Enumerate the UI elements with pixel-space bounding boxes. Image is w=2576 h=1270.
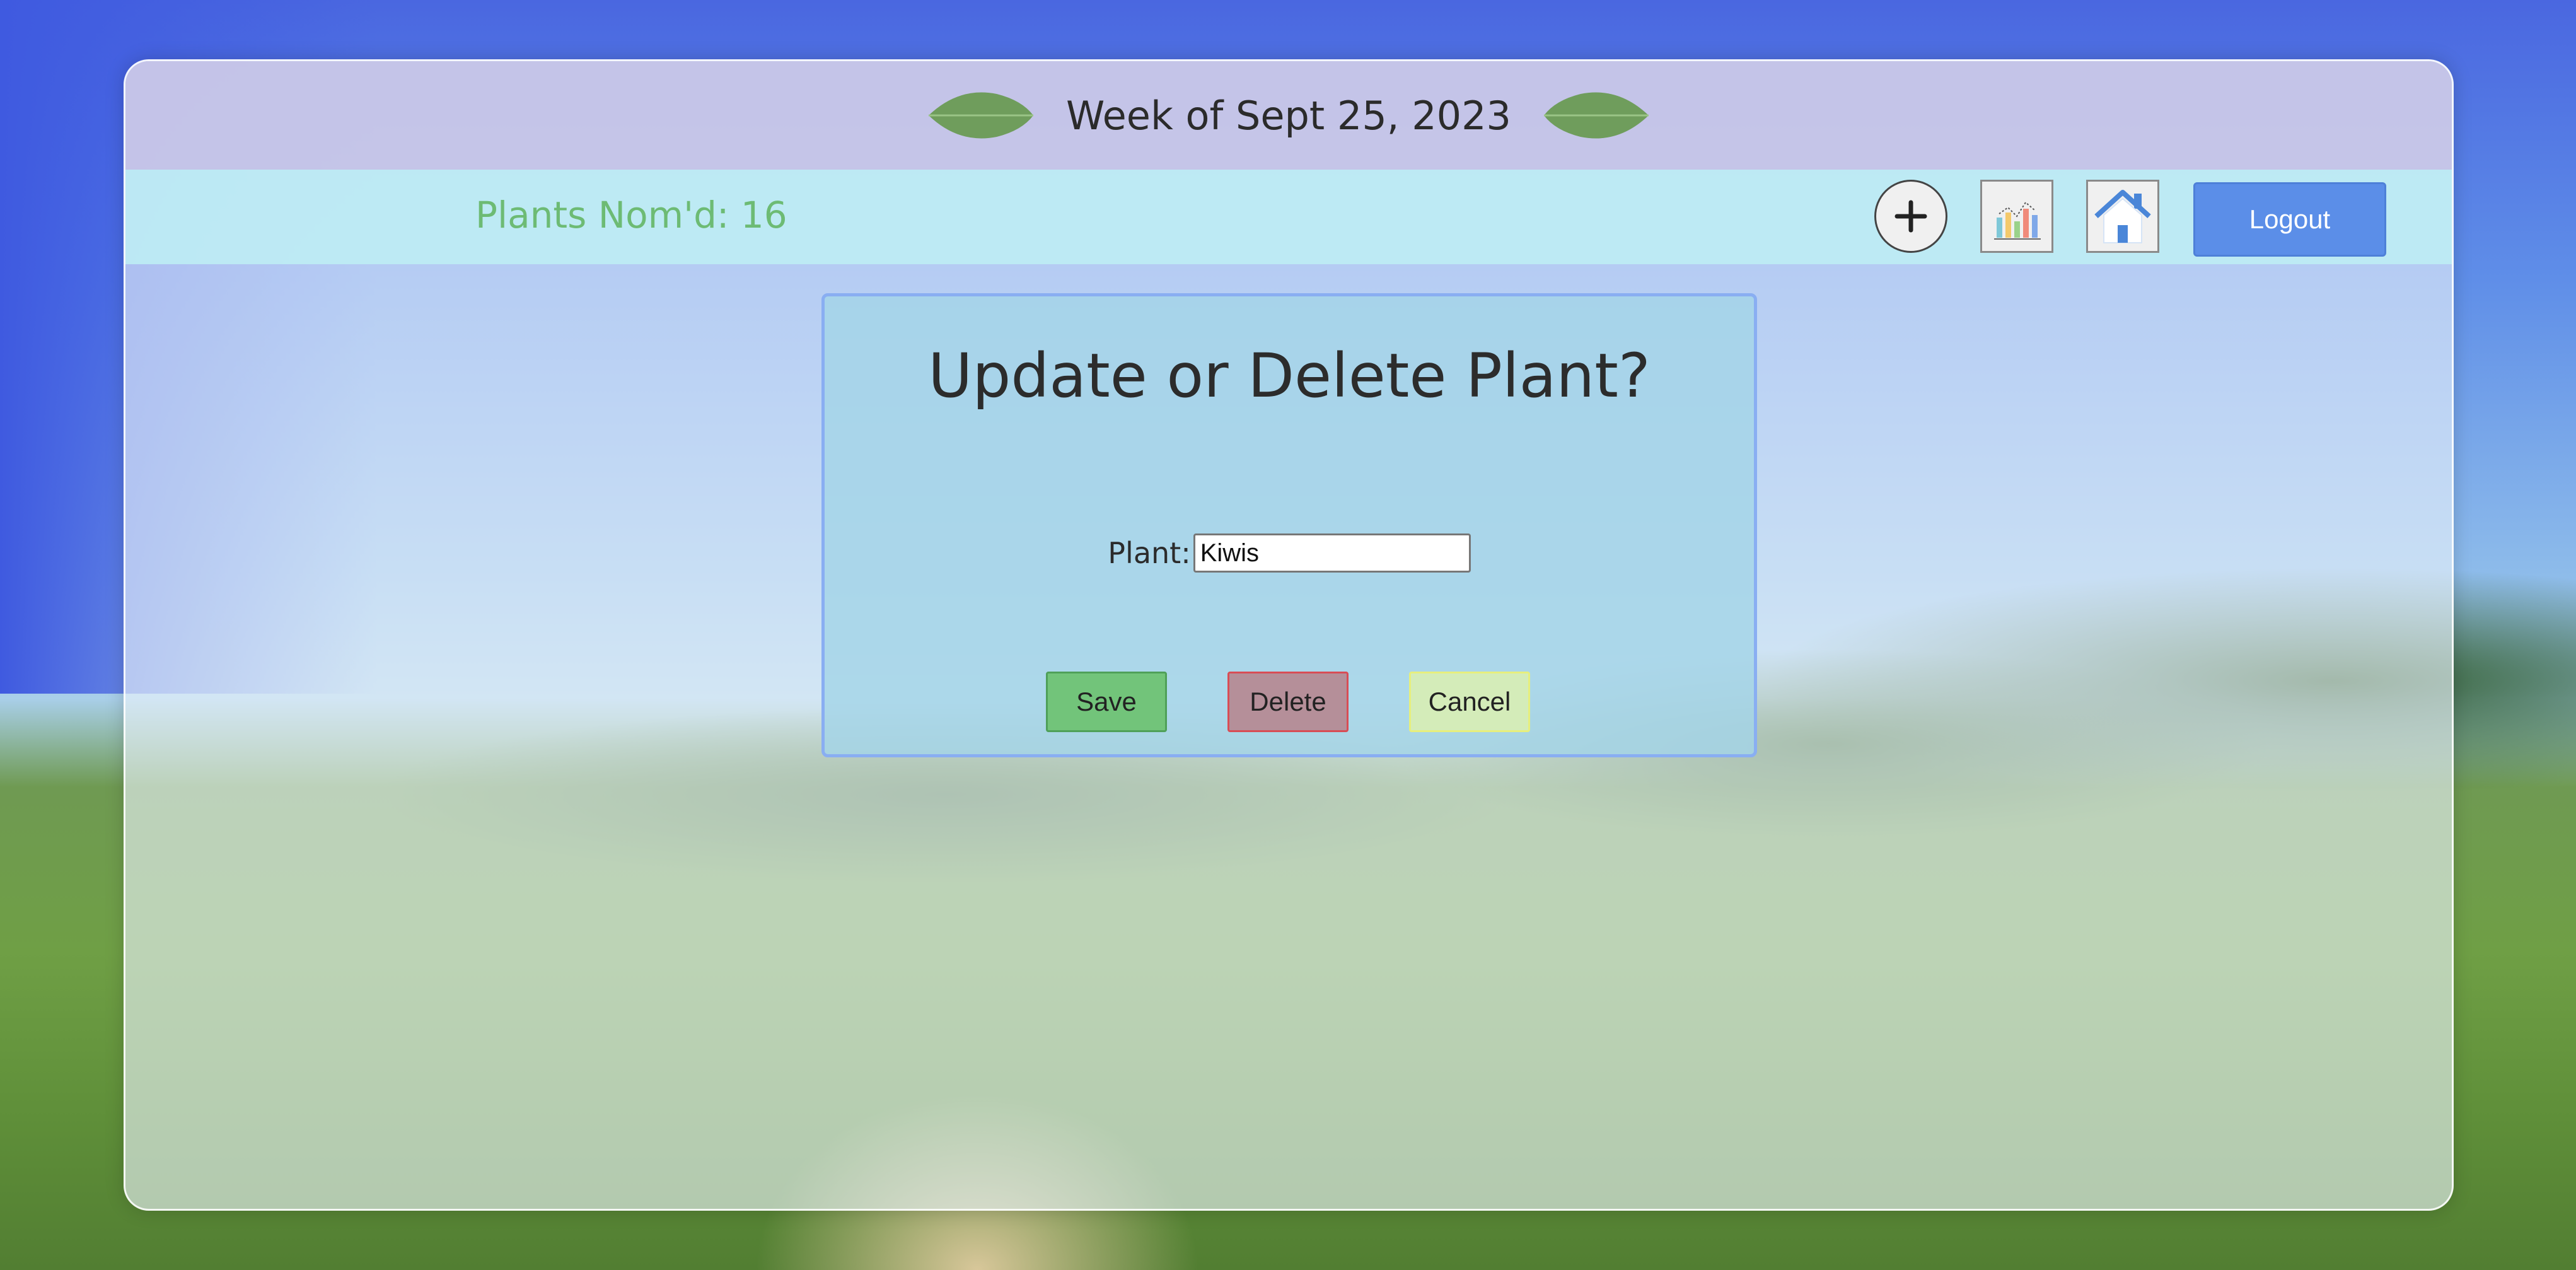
main-panel: Week of Sept 25, 2023 Plants Nom'd: 16 L… [124,59,2454,1211]
logout-button[interactable]: Logout [2193,182,2386,257]
leaf-left-icon [928,92,1033,139]
edit-plant-dialog: Update or Delete Plant? Plant: Save Dele… [821,293,1757,757]
delete-button[interactable]: Delete [1227,672,1349,732]
stats-button[interactable] [1980,180,2053,253]
home-icon [2094,190,2151,243]
plants-count: Plants Nom'd: 16 [475,194,787,236]
save-button[interactable]: Save [1046,672,1167,732]
bar-chart-icon [1994,201,2041,240]
add-plant-button[interactable] [1874,180,1947,253]
plant-name-input[interactable] [1193,533,1471,573]
plant-field-row: Plant: [825,533,1754,573]
leaf-right-icon [1544,92,1649,139]
home-button[interactable] [2086,180,2159,253]
week-title: Week of Sept 25, 2023 [1065,92,1511,139]
plus-icon [1894,200,1927,233]
nav-bar: Plants Nom'd: 16 Logout [125,170,2452,264]
plant-field-label: Plant: [1108,536,1191,570]
cancel-button[interactable]: Cancel [1409,672,1530,732]
week-header: Week of Sept 25, 2023 [125,61,2452,170]
dialog-title: Update or Delete Plant? [928,341,1651,411]
